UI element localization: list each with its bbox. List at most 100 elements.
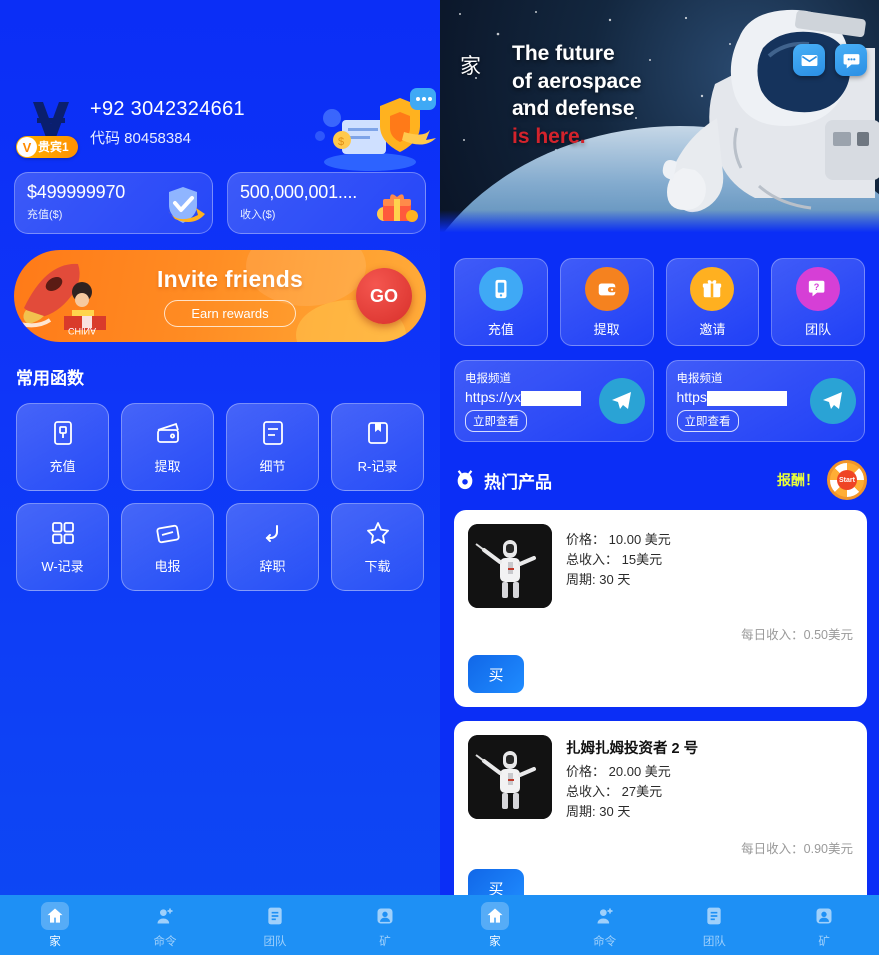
tab-team[interactable]: 团队 [660, 902, 770, 949]
function-telegram[interactable]: 电报 [121, 503, 214, 591]
function-label: 细节 [259, 459, 286, 474]
product-cycle: 周期: 30 天 [566, 802, 853, 822]
document-icon [700, 902, 728, 930]
quick-action-label: 团队 [805, 321, 832, 337]
tab-mine[interactable]: 矿 [330, 902, 440, 949]
function-resign[interactable]: 辞职 [226, 503, 319, 591]
telegram-view-button[interactable]: 立即查看 [676, 409, 739, 432]
function-deposit[interactable]: 充值 [16, 403, 109, 491]
profile-icon [810, 902, 838, 930]
cycle-label: 周期: [566, 572, 596, 588]
telegram-view-button[interactable]: 立即查看 [465, 409, 527, 432]
avatar-wrap[interactable]: V 贵宾1 [14, 92, 90, 158]
lucky-wheel-button[interactable]: Start [827, 460, 867, 500]
quick-action-team[interactable]: ? 团队 [771, 258, 865, 346]
product-daily-income: 每日收入：0.50美元 [741, 628, 853, 642]
telegram-card-1[interactable]: 电报频道 https://yx 立即查看 [454, 360, 654, 442]
function-label: R-记录 [357, 459, 398, 474]
hero-banner[interactable]: 家 The future of aerospace and defense is… [440, 0, 879, 236]
header-illustration: $ [306, 84, 436, 174]
tab-label: 家 [489, 935, 501, 948]
quick-actions-grid: 充值 提取 邀请 ? 团队 [440, 236, 879, 346]
quick-action-invite[interactable]: 邀请 [665, 258, 760, 346]
vip-check-icon: V [17, 137, 37, 157]
hero-line-4: is here. [512, 125, 586, 149]
wheel-start-label: Start [837, 470, 857, 490]
redaction-block [521, 390, 582, 406]
tab-home[interactable]: 家 [440, 901, 550, 949]
tab-home[interactable]: 家 [0, 901, 110, 949]
product-row: 价格： 10.00 美元 总收入： 15美元 周期: 30 天 [468, 524, 853, 608]
bookmark-record-icon [364, 419, 392, 447]
function-details[interactable]: 细节 [226, 403, 319, 491]
account-header: V 贵宾1 +92 3042324661 代码 80458384 $ [0, 0, 440, 171]
phone-deposit-icon [478, 266, 523, 311]
home-icon [41, 901, 69, 930]
function-w-record[interactable]: W-记录 [16, 503, 109, 591]
function-label: 电报 [154, 559, 181, 574]
invite-go-button[interactable]: GO [356, 268, 412, 324]
mail-icon[interactable] [793, 44, 825, 76]
product-body: 扎姆扎姆投资者 2 号 价格： 20.00 美元 总收入： 27美元 周期: 3… [566, 735, 853, 822]
function-download[interactable]: 下载 [331, 503, 424, 591]
wallet-icon [154, 419, 182, 447]
telegram-cards: 电报频道 https://yx 立即查看 电报频道 https 立即查看 [440, 346, 879, 442]
function-r-record[interactable]: R-记录 [331, 403, 424, 491]
reward-label: 报酬！ [777, 472, 819, 488]
telegram-card-2[interactable]: 电报频道 https 立即查看 [665, 360, 865, 442]
product-total-income: 总收入： 27美元 [566, 782, 853, 802]
telegram-url-visible: https://yx [465, 389, 522, 405]
invite-friends-banner[interactable]: CHINA Invite friends Earn rewards GO [14, 250, 426, 342]
telegram-plane-icon[interactable] [598, 378, 645, 424]
hero-line-2: of aerospace [512, 69, 642, 93]
tab-command[interactable]: 命令 [550, 902, 660, 949]
buy-button[interactable]: 买 [468, 655, 524, 693]
resign-undo-icon [259, 519, 287, 547]
right-app-screen: 家 The future of aerospace and defense is… [440, 0, 879, 955]
right-bottom-navigation: 家 命令 团队 矿 [440, 895, 879, 955]
product-row: 扎姆扎姆投资者 2 号 价格： 20.00 美元 总收入： 27美元 周期: 3… [468, 735, 853, 822]
section-title-functions: 常用函数 [16, 369, 84, 388]
quick-action-deposit[interactable]: 充值 [454, 258, 548, 346]
add-user-icon [151, 902, 179, 930]
wallet-withdraw-icon [584, 266, 629, 311]
function-label: 充值 [49, 459, 76, 474]
tab-command[interactable]: 命令 [110, 902, 220, 949]
hot-products-header: 热门产品 报酬！ Start [440, 442, 879, 500]
invite-subtitle: Earn rewards [164, 299, 296, 327]
hero-copy: The future of aerospace and defense is h… [512, 40, 642, 151]
total-label: 总收入： [566, 784, 619, 800]
tab-label: 矿 [379, 935, 391, 948]
question-team-icon: ? [796, 266, 841, 311]
function-label: 下载 [364, 559, 391, 574]
stat-card-deposit[interactable]: $499999970 充值($) [14, 172, 213, 234]
telegram-plane-icon[interactable] [810, 378, 856, 424]
price-value: 10.00 美元 [608, 532, 671, 547]
price-label: 价格： [566, 532, 606, 547]
product-card[interactable]: 价格： 10.00 美元 总收入： 15美元 周期: 30 天 每日收入：0.5… [454, 510, 867, 707]
chat-bubble-icon[interactable] [835, 44, 867, 76]
price-label: 价格： [566, 764, 606, 779]
tab-label: 团队 [263, 935, 287, 948]
tab-label: 团队 [702, 935, 726, 948]
product-daily-income: 每日收入：0.90美元 [741, 842, 853, 857]
gift-invite-icon [690, 266, 735, 311]
total-value: 27美元 [621, 784, 663, 800]
stat-card-income[interactable]: 500,000,001.... 收入($) [227, 172, 426, 234]
vip-badge-label: 贵宾1 [38, 140, 69, 154]
function-withdraw[interactable]: 提取 [121, 403, 214, 491]
product-card[interactable]: 扎姆扎姆投资者 2 号 价格： 20.00 美元 总收入： 27美元 周期: 3… [454, 721, 867, 922]
tab-team[interactable]: 团队 [220, 902, 330, 949]
redaction-block [706, 390, 787, 406]
cycle-value: 30 天 [599, 804, 631, 820]
total-label: 总收入： [566, 552, 619, 568]
quick-action-label: 邀请 [699, 321, 726, 337]
quick-action-withdraw[interactable]: 提取 [559, 258, 654, 346]
left-app-screen: V 贵宾1 +92 3042324661 代码 80458384 $ $4999… [0, 0, 440, 955]
star-download-icon [364, 519, 392, 547]
telegram-card-icon [154, 519, 182, 547]
tab-mine[interactable]: 矿 [769, 902, 879, 949]
robot-thumbnail [468, 524, 552, 608]
function-label: 辞职 [259, 559, 286, 574]
add-user-icon [591, 902, 619, 930]
